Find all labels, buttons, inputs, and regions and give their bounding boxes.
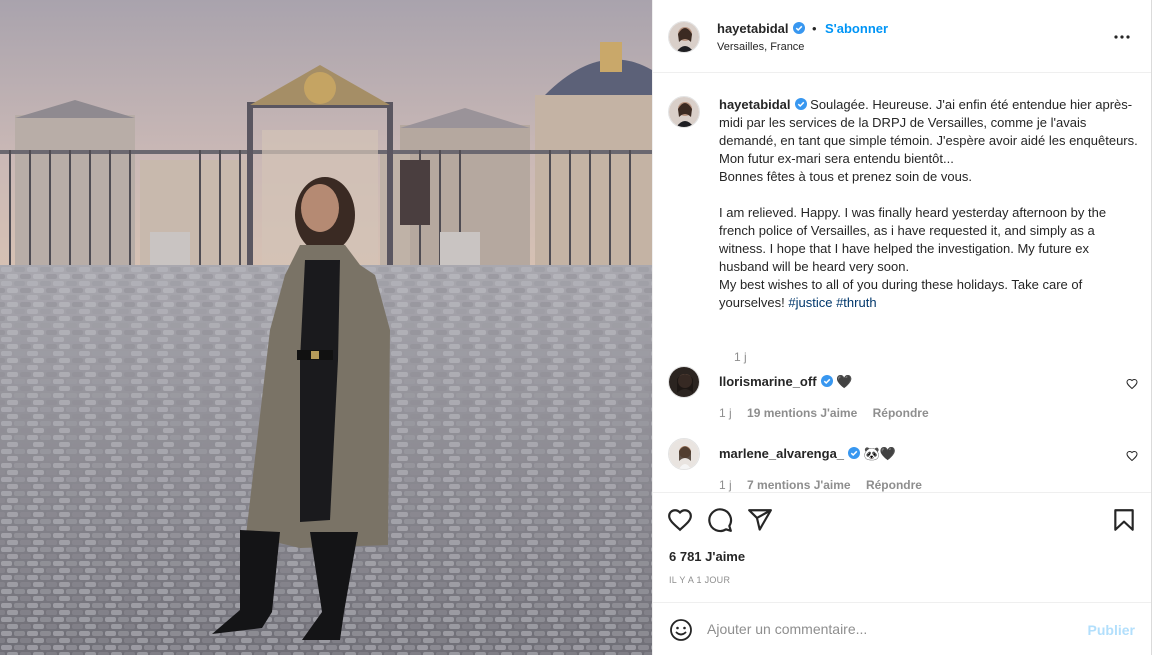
verified-badge-icon xyxy=(848,447,861,459)
follow-button[interactable]: S'abonner xyxy=(825,21,888,36)
heart-icon[interactable] xyxy=(667,507,693,533)
caption-author-avatar[interactable] xyxy=(668,96,700,128)
comment-username[interactable]: llorismarine_off xyxy=(719,374,833,389)
post-photo[interactable] xyxy=(0,0,652,655)
publish-button[interactable]: Publier xyxy=(1088,622,1135,638)
emoji-icon[interactable] xyxy=(669,618,693,642)
caption-text: hayetabidal Soulagée. Heureuse. J'ai enf… xyxy=(719,96,1139,312)
reply-button[interactable]: Répondre xyxy=(873,406,929,420)
header-separator: • xyxy=(812,21,817,36)
add-comment-bar: Publier xyxy=(653,602,1151,655)
hashtag-thruth[interactable]: #thruth xyxy=(836,295,876,310)
share-icon[interactable] xyxy=(747,507,773,533)
heart-icon[interactable] xyxy=(1126,450,1138,462)
caption-timestamp[interactable]: 1 j xyxy=(734,350,747,364)
hashtag-justice[interactable]: #justice xyxy=(788,295,832,310)
comment-input[interactable] xyxy=(707,617,1067,641)
comment-meta: 1 j 19 mentions J'aime Répondre xyxy=(719,406,941,420)
post-panel: hayetabidal • S'abonner Versailles, Fran… xyxy=(652,0,1152,655)
comment-line: llorismarine_off 🖤 xyxy=(719,374,852,390)
likes-count[interactable]: 6 781 J'aime xyxy=(669,549,745,564)
verified-badge-icon xyxy=(820,375,833,387)
verified-badge-icon xyxy=(794,98,807,110)
commenter-avatar[interactable] xyxy=(668,366,700,398)
comment-item: llorismarine_off 🖤 1 j 19 mentions J'aim… xyxy=(668,366,1138,426)
comment-text: 🐼🖤 xyxy=(863,446,897,461)
caption-english: I am relieved. Happy. I was finally hear… xyxy=(719,205,1107,310)
comment-time[interactable]: 1 j xyxy=(719,406,732,420)
commenter-avatar[interactable] xyxy=(668,438,700,470)
more-options-icon[interactable] xyxy=(1113,28,1131,46)
post-header: hayetabidal • S'abonner Versailles, Fran… xyxy=(653,0,1151,73)
comment-text: 🖤 xyxy=(836,374,853,389)
comment-line: marlene_alvarenga_ 🐼🖤 xyxy=(719,446,896,462)
caption-author-username[interactable]: hayetabidal xyxy=(719,97,807,112)
post-timestamp[interactable]: IL Y A 1 JOUR xyxy=(669,575,730,585)
author-avatar[interactable] xyxy=(668,21,700,53)
post-actions: 6 781 J'aime IL Y A 1 JOUR xyxy=(653,492,1151,602)
author-username[interactable]: hayetabidal xyxy=(717,21,805,36)
comment-meta: 1 j 7 mentions J'aime Répondre xyxy=(719,478,934,492)
heart-icon[interactable] xyxy=(1126,378,1138,390)
comment-item: marlene_alvarenga_ 🐼🖤 1 j 7 mentions J'a… xyxy=(668,438,1138,492)
bookmark-icon[interactable] xyxy=(1111,507,1137,533)
comments-section[interactable]: hayetabidal Soulagée. Heureuse. J'ai enf… xyxy=(653,74,1151,492)
comment-likes[interactable]: 19 mentions J'aime xyxy=(747,406,857,420)
comment-icon[interactable] xyxy=(707,507,733,533)
reply-button[interactable]: Répondre xyxy=(866,478,922,492)
verified-badge-icon xyxy=(792,22,805,34)
comment-username[interactable]: marlene_alvarenga_ xyxy=(719,446,861,461)
comment-likes[interactable]: 7 mentions J'aime xyxy=(747,478,851,492)
comment-time[interactable]: 1 j xyxy=(719,478,732,492)
post-location[interactable]: Versailles, France xyxy=(717,41,804,53)
